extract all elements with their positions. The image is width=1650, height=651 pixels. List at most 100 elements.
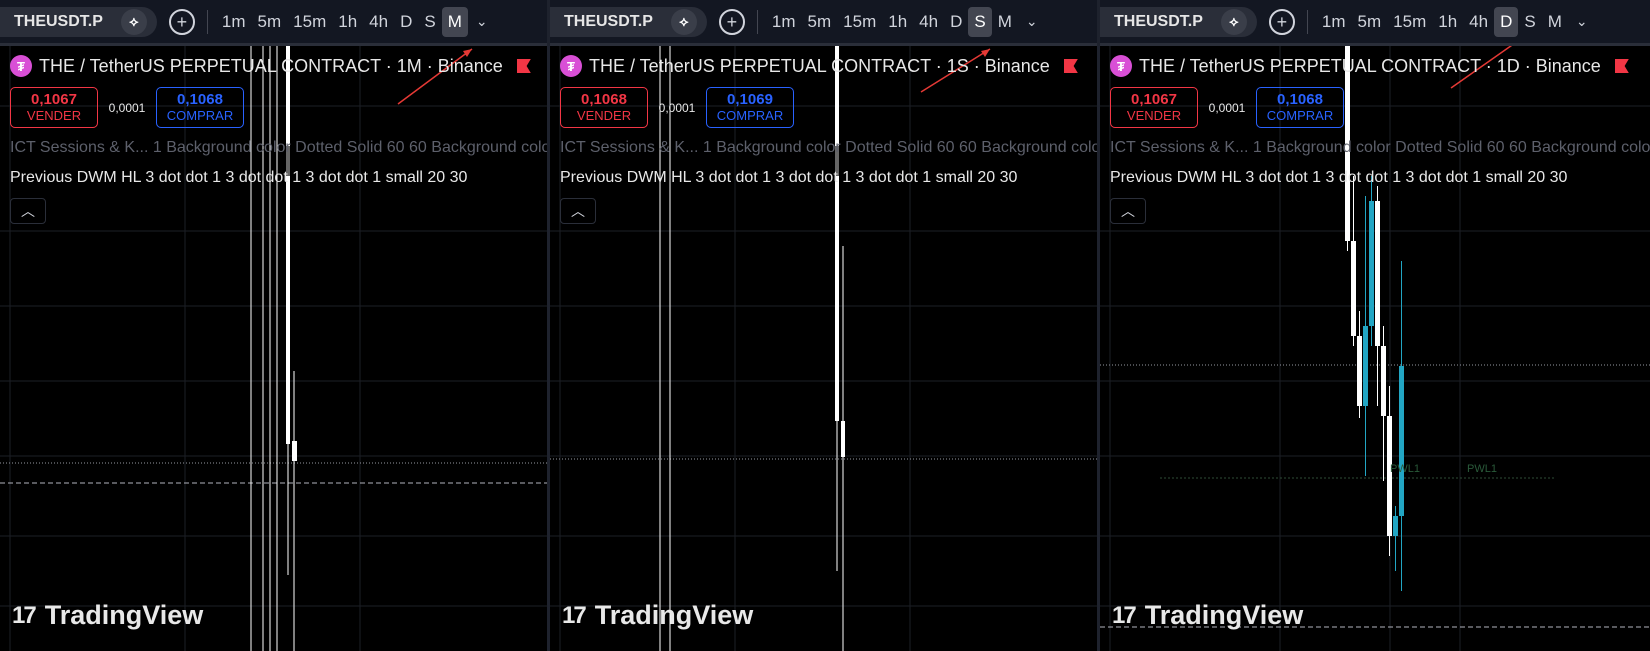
timeframe-5m[interactable]: 5m bbox=[802, 7, 838, 37]
chart-svg[interactable] bbox=[1100, 34, 1650, 651]
chart-panel-1[interactable]: THEUSDT.P ⟡ + 1m 5m 15m 1h 4h D S M ⌄ ₮ THE / T… bbox=[0, 0, 547, 651]
chart-panel-2[interactable]: THEUSDT.P ⟡ + 1m 5m 15m 1h 4h D S M ⌄ ₮ THE / T… bbox=[550, 0, 1097, 651]
add-symbol-icon[interactable]: + bbox=[1268, 8, 1295, 35]
chevron-up-icon: ︿ bbox=[571, 203, 585, 219]
chart-svg[interactable] bbox=[550, 46, 1097, 651]
timeframe-4h[interactable]: 4h bbox=[363, 7, 394, 37]
timeframe-5m[interactable]: 5m bbox=[1352, 7, 1388, 37]
timeframe-15m[interactable]: 15m bbox=[837, 7, 882, 37]
compare-icon[interactable]: ⟡ bbox=[120, 8, 147, 35]
candle-body bbox=[835, 46, 839, 421]
sell-button[interactable]: 0,1067 VENDER bbox=[1110, 87, 1198, 128]
chevron-down-icon[interactable]: ⌄ bbox=[1026, 13, 1038, 30]
sell-button[interactable]: 0,1067 VENDER bbox=[10, 87, 98, 128]
timeframe-s[interactable]: S bbox=[1518, 7, 1541, 37]
timeframe-d[interactable]: D bbox=[394, 7, 418, 37]
compare-icon[interactable]: ⟡ bbox=[670, 8, 697, 35]
symbol-title[interactable]: THE / TetherUS PERPETUAL CONTRACT · 1D ·… bbox=[1139, 56, 1601, 77]
candle-body bbox=[1351, 241, 1356, 336]
timeframe-1m[interactable]: 1m bbox=[216, 7, 252, 37]
sell-label: VENDER bbox=[1126, 107, 1182, 123]
add-symbol-icon[interactable]: + bbox=[718, 8, 745, 35]
buy-price: 0,1068 bbox=[1277, 91, 1323, 109]
buy-button[interactable]: 0,1068 COMPRAR bbox=[156, 87, 244, 128]
timeframe-m[interactable]: M bbox=[992, 7, 1018, 37]
symbol-search-button[interactable]: THEUSDT.P ⟡ bbox=[1100, 6, 1257, 37]
timeframe-1h[interactable]: 1h bbox=[1432, 7, 1463, 37]
toolbar-separator bbox=[206, 9, 208, 34]
timeframe-15m[interactable]: 15m bbox=[1387, 7, 1432, 37]
chart-toolbar: THEUSDT.P ⟡ + 1m 5m 15m 1h 4h D S M ⌄ bbox=[550, 0, 1097, 46]
timeframe-group: 1m 5m 15m 1h 4h D S M bbox=[1316, 6, 1568, 37]
chevron-down-icon[interactable]: ⌄ bbox=[1576, 13, 1588, 30]
candle-body bbox=[1381, 346, 1386, 416]
timeframe-1m[interactable]: 1m bbox=[1316, 7, 1352, 37]
watermark-text: TradingView bbox=[594, 600, 754, 630]
timeframe-m[interactable]: M bbox=[1542, 7, 1568, 37]
timeframe-d[interactable]: D bbox=[944, 7, 968, 37]
timeframe-s[interactable]: S bbox=[418, 7, 441, 37]
add-symbol-icon[interactable]: + bbox=[168, 8, 195, 35]
compare-icon[interactable]: ⟡ bbox=[1220, 8, 1247, 35]
buy-price: 0,1069 bbox=[727, 91, 773, 109]
indicator-legend-ict[interactable]: ICT Sessions & K... 1 Background color D… bbox=[560, 139, 1097, 157]
indicator-legend-ict[interactable]: ICT Sessions & K... 1 Background color D… bbox=[1110, 139, 1650, 157]
indicator-legend-dwm[interactable]: Previous DWM HL 3 dot dot 1 3 dot dot 1 … bbox=[560, 169, 1017, 187]
pwl-label: PWL1 bbox=[1390, 463, 1420, 475]
timeframe-4h[interactable]: 4h bbox=[913, 7, 944, 37]
buy-button[interactable]: 0,1068 COMPRAR bbox=[1256, 87, 1344, 128]
symbol-title[interactable]: THE / TetherUS PERPETUAL CONTRACT · 1S ·… bbox=[589, 56, 1050, 77]
timeframe-4h[interactable]: 4h bbox=[1463, 7, 1494, 37]
timeframe-d[interactable]: D bbox=[1494, 6, 1519, 37]
chart-canvas[interactable] bbox=[1100, 34, 1650, 651]
coin-logo-icon: ₮ bbox=[560, 55, 582, 77]
collapse-legend-button[interactable]: ︿ bbox=[560, 198, 596, 224]
flag-icon[interactable] bbox=[516, 59, 531, 73]
chart-svg[interactable] bbox=[0, 46, 547, 651]
sell-price: 0,1068 bbox=[581, 91, 627, 109]
candle-body bbox=[1399, 366, 1404, 516]
indicator-legend-ict[interactable]: ICT Sessions & K... 1 Background color D… bbox=[10, 139, 547, 157]
tradingview-logo-icon: 17 bbox=[562, 601, 587, 629]
buy-price: 0,1068 bbox=[177, 91, 223, 109]
chevron-down-icon[interactable]: ⌄ bbox=[476, 13, 488, 30]
watermark-text: TradingView bbox=[44, 600, 204, 630]
buy-label: COMPRAR bbox=[166, 107, 234, 123]
indicator-legend-dwm[interactable]: Previous DWM HL 3 dot dot 1 3 dot dot 1 … bbox=[10, 169, 467, 187]
symbol-search-button[interactable]: THEUSDT.P ⟡ bbox=[0, 6, 157, 37]
candle-body bbox=[286, 46, 290, 444]
sell-button[interactable]: 0,1068 VENDER bbox=[560, 87, 648, 128]
symbol-search-button[interactable]: THEUSDT.P ⟡ bbox=[550, 6, 707, 37]
timeframe-1m[interactable]: 1m bbox=[766, 7, 802, 37]
collapse-legend-button[interactable]: ︿ bbox=[10, 198, 46, 224]
flag-icon[interactable] bbox=[1614, 59, 1629, 73]
candle-body bbox=[1369, 201, 1374, 326]
candle-body bbox=[1387, 416, 1392, 536]
symbol-title[interactable]: THE / TetherUS PERPETUAL CONTRACT · 1M ·… bbox=[39, 56, 503, 77]
timeframe-15m[interactable]: 15m bbox=[287, 7, 332, 37]
timeframe-5m[interactable]: 5m bbox=[252, 7, 288, 37]
buy-button[interactable]: 0,1069 COMPRAR bbox=[706, 87, 794, 128]
candle-body bbox=[1393, 516, 1398, 536]
trade-buttons: 0,1068 VENDER 0,0001 0,1069 COMPRAR bbox=[560, 87, 794, 128]
collapse-legend-button[interactable]: ︿ bbox=[1110, 198, 1146, 224]
symbol-label: THEUSDT.P bbox=[14, 12, 103, 30]
timeframe-group: 1m 5m 15m 1h 4h D S M bbox=[766, 6, 1018, 37]
watermark-text: TradingView bbox=[1144, 600, 1304, 630]
chart-panel-3[interactable]: THEUSDT.P ⟡ + 1m 5m 15m 1h 4h D S M ⌄ ₮ THE / T… bbox=[1100, 0, 1650, 651]
coin-logo-icon: ₮ bbox=[1110, 55, 1132, 77]
timeframe-1h[interactable]: 1h bbox=[882, 7, 913, 37]
timeframe-1h[interactable]: 1h bbox=[332, 7, 363, 37]
toolbar-separator bbox=[756, 9, 758, 34]
flag-icon[interactable] bbox=[1063, 59, 1078, 73]
spread-value: 0,0001 bbox=[108, 100, 146, 115]
tradingview-watermark: 17 TradingView bbox=[562, 600, 753, 631]
chart-canvas[interactable] bbox=[0, 46, 547, 651]
timeframe-s[interactable]: S bbox=[968, 6, 992, 37]
trade-buttons: 0,1067 VENDER 0,0001 0,1068 COMPRAR bbox=[1110, 87, 1344, 128]
indicator-legend-dwm[interactable]: Previous DWM HL 3 dot dot 1 3 dot dot 1 … bbox=[1110, 169, 1567, 187]
symbol-legend: ₮ THE / TetherUS PERPETUAL CONTRACT · 1S… bbox=[560, 55, 1078, 77]
candle-body bbox=[1357, 336, 1362, 406]
timeframe-m[interactable]: M bbox=[441, 6, 468, 37]
chart-canvas[interactable] bbox=[550, 46, 1097, 651]
